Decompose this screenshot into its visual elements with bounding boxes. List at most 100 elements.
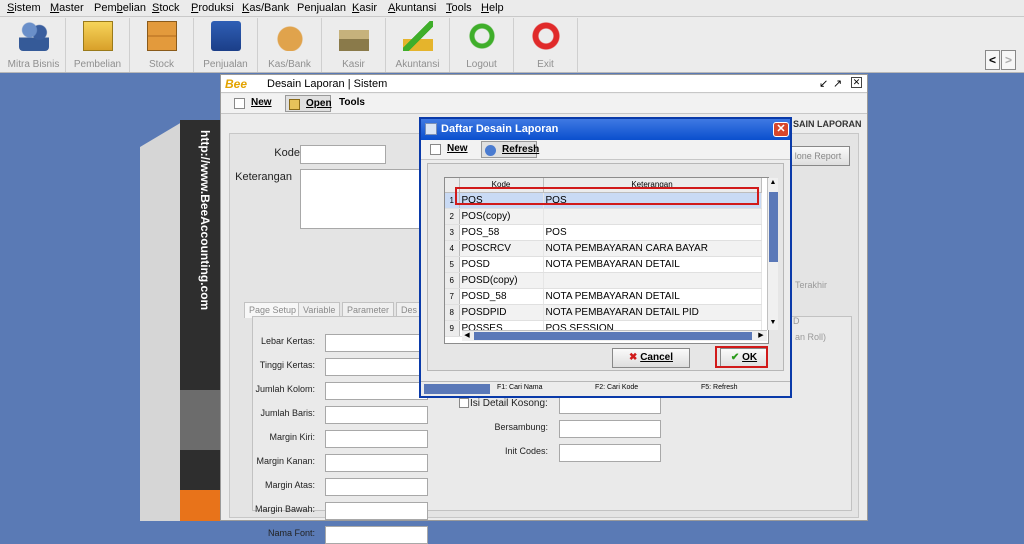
brand-url-text: http://www.BeeAccounting.com: [198, 130, 212, 311]
toolbar-kasir-button[interactable]: Kasir: [322, 18, 386, 72]
toolbar-button-label: Kasir: [342, 59, 365, 70]
page-setup-label: Margin Kanan:: [256, 456, 315, 466]
partial-label-d: D: [793, 316, 800, 326]
toolbar-akuntansi-button[interactable]: Akuntansi: [386, 18, 450, 72]
dialog-toolbar: New Refresh: [421, 140, 790, 160]
cell-keterangan: [543, 272, 762, 289]
new-button[interactable]: New: [231, 95, 273, 112]
page-setup-input[interactable]: [325, 382, 428, 400]
toolbar-logout-button[interactable]: Logout: [450, 18, 514, 72]
table-row[interactable]: 4 POSCRCV NOTA PEMBAYARAN CARA BAYAR: [445, 240, 762, 257]
toolbar-stock-button[interactable]: Stock: [130, 18, 194, 72]
kode-input[interactable]: [300, 145, 386, 164]
menu-item-kasbank[interactable]: Kas/Bank: [242, 2, 289, 14]
scroll-left-icon[interactable]: ◀: [462, 331, 472, 341]
close-icon[interactable]: ✕: [773, 122, 789, 137]
scroll-right-icon[interactable]: ▶: [756, 331, 766, 341]
refresh-button[interactable]: Refresh: [481, 141, 540, 158]
menu-item-penjualan[interactable]: Penjualan: [297, 2, 346, 14]
logout-arrow-icon: [467, 21, 497, 51]
table-row[interactable]: 2 POS(copy): [445, 208, 762, 225]
menu-item-produksi[interactable]: Produksi: [191, 2, 234, 14]
page-setup-input[interactable]: [325, 526, 428, 544]
page-setup-input[interactable]: [325, 358, 428, 376]
toolbar-kas-bank-button[interactable]: Kas/Bank: [258, 18, 322, 72]
refresh-label: Refresh: [502, 144, 540, 155]
hscroll-thumb[interactable]: [474, 332, 752, 340]
cell-kode: POSDPID: [459, 304, 544, 321]
roll-label: an Roll): [795, 332, 827, 342]
menu-item-master[interactable]: Master: [50, 2, 84, 14]
minimize-icon[interactable]: ↙: [819, 77, 828, 90]
menu-item-stock[interactable]: Stock: [152, 2, 180, 14]
table-row[interactable]: 5 POSD NOTA PEMBAYARAN DETAIL: [445, 256, 762, 273]
dialog-title: Daftar Desain Laporan: [441, 123, 559, 135]
vertical-scrollbar[interactable]: ▲ ▼: [767, 178, 778, 330]
horizontal-scrollbar[interactable]: ◀ ▶: [462, 330, 767, 341]
new-doc-icon: [430, 144, 441, 155]
table-row[interactable]: 3 POS_58 POS: [445, 224, 762, 241]
isi-detail-label: Isi Detail Kosong:: [470, 398, 548, 409]
menu-item-sistem[interactable]: Sistem: [7, 2, 41, 14]
scroll-thumb[interactable]: [769, 192, 778, 262]
menu-item-akuntansi[interactable]: Akuntansi: [388, 2, 436, 14]
open-folder-icon: [289, 99, 300, 110]
page-setup-input[interactable]: [325, 430, 428, 448]
row-number: 3: [445, 224, 460, 241]
table-row[interactable]: 6 POSD(copy): [445, 272, 762, 289]
toolbar-penjualan-button[interactable]: Penjualan: [194, 18, 258, 72]
page-setup-input[interactable]: [325, 478, 428, 496]
init-codes-label: Init Codes:: [504, 446, 548, 456]
cell-kode: POSCRCV: [459, 240, 544, 257]
nav-left-button[interactable]: <: [985, 50, 1000, 70]
maximize-icon[interactable]: ↗: [833, 77, 842, 90]
table-row[interactable]: 8 POSDPID NOTA PEMBAYARAN DETAIL PID: [445, 304, 762, 321]
close-icon[interactable]: ✕: [851, 77, 862, 88]
toolbar-exit-button[interactable]: Exit: [514, 18, 578, 72]
keterangan-input[interactable]: [300, 169, 420, 229]
menu-item-help[interactable]: Help: [481, 2, 504, 14]
clone-report-button[interactable]: lone Report: [786, 146, 850, 166]
bee-logo: Bee: [225, 77, 248, 91]
table-row[interactable]: 7 POSD_58 NOTA PEMBAYARAN DETAIL: [445, 288, 762, 305]
page-setup-input[interactable]: [325, 406, 428, 424]
page-setup-label: Tinggi Kertas:: [259, 360, 315, 370]
cell-keterangan: NOTA PEMBAYARAN DETAIL: [543, 256, 762, 273]
page-setup-input[interactable]: [325, 502, 428, 520]
toolbar-mitra-bisnis-button[interactable]: Mitra Bisnis: [2, 18, 66, 72]
page-setup-input[interactable]: [325, 334, 428, 352]
cancel-x-icon: ✖: [629, 352, 638, 363]
menu-item-pembelian[interactable]: Pembelian: [94, 2, 146, 14]
menu-item-tools[interactable]: Tools: [446, 2, 472, 14]
toolbar-button-label: Mitra Bisnis: [7, 59, 60, 70]
isi-detail-checkbox[interactable]: [459, 398, 469, 408]
terakhir-label: Terakhir: [795, 280, 828, 290]
dialog-titlebar: Daftar Desain Laporan ✕: [421, 119, 790, 140]
row-number: 8: [445, 304, 460, 321]
scroll-down-icon[interactable]: ▼: [768, 318, 778, 328]
nav-right-button[interactable]: >: [1001, 50, 1016, 70]
bersambung-label: Bersambung:: [494, 422, 548, 432]
toolbar-button-label: Logout: [466, 59, 497, 70]
menu-bar: Sistem Master Pembelian Stock Produksi Kas/Ba…: [0, 0, 1024, 17]
cell-keterangan: NOTA PEMBAYARAN CARA BAYAR: [543, 240, 762, 257]
purchase-icon: [83, 21, 113, 51]
dialog-new-button[interactable]: New: [427, 141, 471, 158]
open-button[interactable]: Open: [285, 95, 332, 112]
ok-button-highlight: [715, 346, 768, 368]
cancel-button[interactable]: ✖ Cancel: [612, 348, 690, 368]
toolbar-button-label: Exit: [537, 59, 554, 70]
bersambung-input[interactable]: [559, 420, 661, 438]
toolbar-pembelian-button[interactable]: Pembelian: [66, 18, 130, 72]
new-doc-icon: [234, 98, 245, 109]
tools-button[interactable]: Tools: [337, 95, 369, 112]
scroll-up-icon[interactable]: ▲: [768, 178, 778, 188]
init-codes-input[interactable]: [559, 444, 661, 462]
isi-detail-input[interactable]: [559, 396, 661, 414]
chart-growth-icon: [403, 21, 433, 51]
row-number: 4: [445, 240, 460, 257]
page-setup-input[interactable]: [325, 454, 428, 472]
toolbar-button-label: Kas/Bank: [268, 59, 311, 70]
cell-keterangan: POS: [543, 224, 762, 241]
menu-item-kasir[interactable]: Kasir: [352, 2, 377, 14]
